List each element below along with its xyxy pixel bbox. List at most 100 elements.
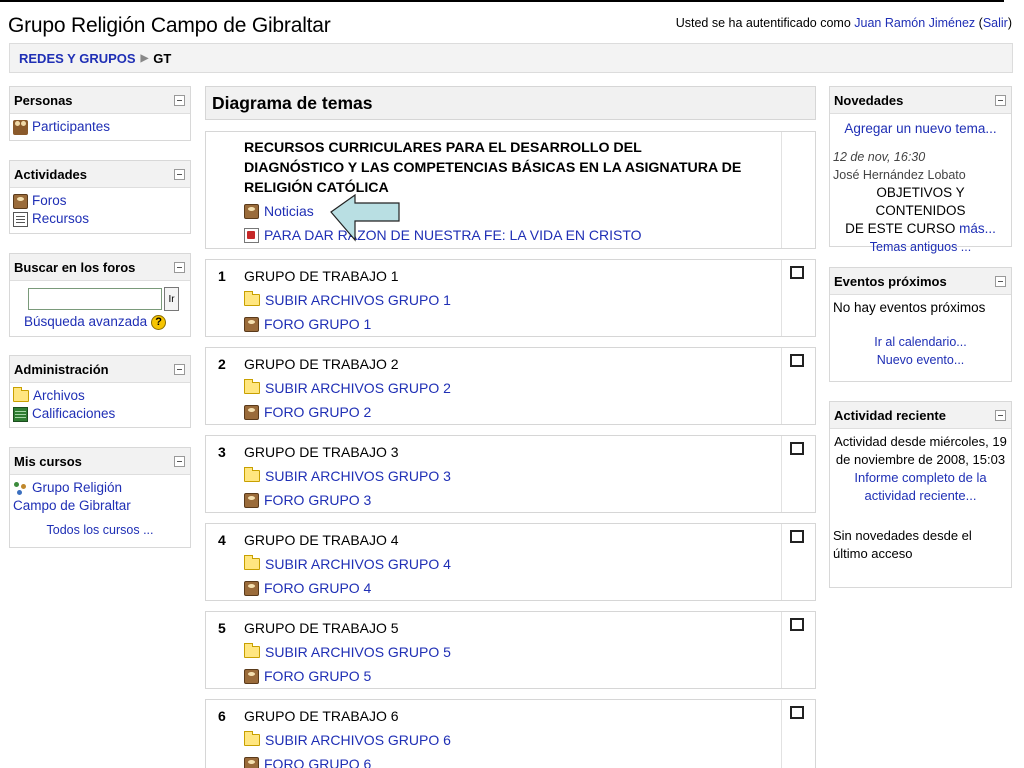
block-novedades: Novedades Agregar un nuevo tema... 12 de… (829, 86, 1012, 254)
group-forum-item[interactable]: FORO GRUPO 4 (244, 576, 781, 600)
files-link[interactable]: Archivos (33, 387, 85, 405)
course-link-line1[interactable]: Grupo Religión (32, 479, 122, 497)
section-0-title: RECURSOS CURRICULARES PARA EL DESARROLLO… (244, 138, 781, 198)
full-report-link-line1[interactable]: Informe completo de la (854, 470, 986, 485)
group-forum-item[interactable]: FORO GRUPO 1 (244, 312, 781, 336)
collapse-icon[interactable] (995, 94, 1006, 106)
resources-item[interactable]: Recursos (13, 210, 187, 228)
course-link-line2[interactable]: Campo de Gibraltar (13, 498, 131, 513)
highlight-square-icon[interactable] (790, 266, 804, 279)
user-name-link[interactable]: Juan Ramón Jiménez (854, 16, 975, 30)
group-forum-link[interactable]: FORO GRUPO 3 (264, 492, 371, 508)
pdf-resource-link[interactable]: PARA DAR RAZON DE NUESTRA FE: LA VIDA EN… (264, 227, 642, 243)
group-forum-link[interactable]: FORO GRUPO 2 (264, 404, 371, 420)
forum-search-go-button[interactable]: Ir (164, 287, 179, 311)
news-more-link[interactable]: más... (959, 221, 996, 236)
forums-item[interactable]: Foros (13, 192, 187, 210)
participants-item[interactable]: Participantes (13, 118, 187, 136)
files-item[interactable]: Archivos (13, 387, 187, 405)
add-topic-link[interactable]: Agregar un nuevo tema... (844, 121, 996, 136)
advanced-search-link[interactable]: Búsqueda avanzada (24, 313, 147, 331)
section-number: 3 (218, 444, 226, 460)
group-forum-item[interactable]: FORO GRUPO 2 (244, 400, 781, 424)
group-forum-link[interactable]: FORO GRUPO 6 (264, 756, 371, 768)
section-right-column (781, 700, 815, 768)
news-author: José Hernández Lobato (833, 168, 966, 182)
group-forum-item[interactable]: FORO GRUPO 5 (244, 664, 781, 688)
highlight-square-icon[interactable] (790, 530, 804, 543)
folder-icon (244, 731, 260, 746)
forum-icon (244, 756, 259, 768)
course-item[interactable]: Grupo Religión (13, 479, 187, 497)
highlight-square-icon[interactable] (790, 618, 804, 631)
collapse-icon[interactable] (174, 94, 185, 106)
highlight-square-icon[interactable] (790, 706, 804, 719)
group-forum-link[interactable]: FORO GRUPO 1 (264, 316, 371, 332)
upload-folder-item[interactable]: SUBIR ARCHIVOS GRUPO 4 (244, 552, 781, 576)
upload-files-link[interactable]: SUBIR ARCHIVOS GRUPO 2 (265, 380, 451, 396)
group-forum-link[interactable]: FORO GRUPO 5 (264, 668, 371, 684)
collapse-icon[interactable] (174, 168, 185, 180)
resources-link[interactable]: Recursos (32, 210, 89, 228)
section-name: GRUPO DE TRABAJO 6 (244, 708, 399, 724)
full-report-link-line2[interactable]: actividad reciente... (864, 488, 976, 503)
old-topics-link[interactable]: Temas antiguos ... (870, 240, 971, 254)
pdf-resource-item[interactable]: PARA DAR RAZON DE NUESTRA FE: LA VIDA EN… (244, 223, 781, 247)
participants-link[interactable]: Participantes (32, 118, 110, 136)
upload-folder-item[interactable]: SUBIR ARCHIVOS GRUPO 6 (244, 728, 781, 752)
highlight-square-icon[interactable] (790, 442, 804, 455)
folder-icon (244, 379, 260, 394)
section-name: GRUPO DE TRABAJO 1 (244, 268, 399, 284)
collapse-icon[interactable] (995, 409, 1006, 421)
block-actividad-title: Actividad reciente (834, 407, 946, 423)
logout-open: ( (975, 16, 983, 30)
upload-files-link[interactable]: SUBIR ARCHIVOS GRUPO 3 (265, 468, 451, 484)
upload-folder-item[interactable]: SUBIR ARCHIVOS GRUPO 5 (244, 640, 781, 664)
news-forum-link[interactable]: Noticias (264, 203, 314, 219)
section-name: GRUPO DE TRABAJO 3 (244, 444, 399, 460)
breadcrumb-root-link[interactable]: REDES Y GRUPOS (19, 51, 136, 66)
upload-files-link[interactable]: SUBIR ARCHIVOS GRUPO 4 (265, 556, 451, 572)
news-forum-item[interactable]: Noticias (244, 199, 781, 223)
upload-files-link[interactable]: SUBIR ARCHIVOS GRUPO 1 (265, 292, 451, 308)
section-right-column (781, 612, 815, 688)
upload-folder-item[interactable]: SUBIR ARCHIVOS GRUPO 2 (244, 376, 781, 400)
upload-files-link[interactable]: SUBIR ARCHIVOS GRUPO 5 (265, 644, 451, 660)
forum-icon (244, 203, 259, 219)
highlight-square-icon[interactable] (790, 354, 804, 367)
topic-section: 5 GRUPO DE TRABAJO 5 SUBIR ARCHIVOS GRUPO … (205, 611, 816, 689)
block-administracion-title: Administración (14, 361, 109, 377)
collapse-icon[interactable] (174, 363, 185, 375)
folder-icon (244, 555, 260, 570)
forum-icon (244, 668, 259, 684)
resource-icon (13, 211, 28, 227)
pdf-icon (244, 227, 259, 243)
block-personas: Personas Participantes (9, 86, 191, 141)
topic-section: 3 GRUPO DE TRABAJO 3 SUBIR ARCHIVOS GRUPO … (205, 435, 816, 513)
group-forum-item[interactable]: FORO GRUPO 6 (244, 752, 781, 768)
collapse-icon[interactable] (174, 261, 185, 273)
forum-icon (244, 316, 259, 332)
help-icon[interactable]: ? (151, 314, 167, 330)
section-right-column (781, 348, 815, 424)
upload-files-link[interactable]: SUBIR ARCHIVOS GRUPO 6 (265, 732, 451, 748)
all-courses-link[interactable]: Todos los cursos ... (47, 523, 154, 537)
grades-item[interactable]: Calificaciones (13, 405, 187, 423)
section-right-column (781, 524, 815, 600)
logout-link[interactable]: Salir (983, 16, 1008, 30)
group-forum-item[interactable]: FORO GRUPO 3 (244, 488, 781, 512)
grades-link[interactable]: Calificaciones (32, 405, 115, 423)
forum-icon (244, 404, 259, 420)
topic-section: 4 GRUPO DE TRABAJO 4 SUBIR ARCHIVOS GRUPO … (205, 523, 816, 601)
calendar-link[interactable]: Ir al calendario... (874, 335, 966, 349)
group-forum-link[interactable]: FORO GRUPO 4 (264, 580, 371, 596)
new-event-link[interactable]: Nuevo evento... (877, 353, 965, 367)
block-novedades-title: Novedades (834, 92, 904, 108)
site-title: Grupo Religión Campo de Gibraltar (8, 14, 331, 37)
forums-link[interactable]: Foros (32, 192, 67, 210)
upload-folder-item[interactable]: SUBIR ARCHIVOS GRUPO 1 (244, 288, 781, 312)
collapse-icon[interactable] (995, 275, 1006, 287)
forum-search-input[interactable] (28, 288, 162, 310)
collapse-icon[interactable] (174, 455, 185, 467)
upload-folder-item[interactable]: SUBIR ARCHIVOS GRUPO 3 (244, 464, 781, 488)
